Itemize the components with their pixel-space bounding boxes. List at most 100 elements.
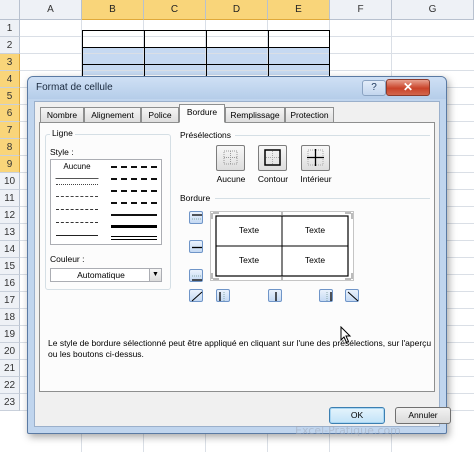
help-button[interactable]: ? <box>362 80 386 96</box>
border-inside-vertical-button[interactable] <box>268 289 282 302</box>
row-header-11[interactable]: 11 <box>0 190 20 207</box>
cancel-button[interactable]: Annuler <box>395 407 451 424</box>
preset-outline-button[interactable] <box>258 145 287 171</box>
border-separator <box>215 198 430 199</box>
row-header-16[interactable]: 16 <box>0 275 20 292</box>
dialog-body: Nombre Alignement Police Bordure Remplis… <box>34 101 451 437</box>
line-style-dash-dot[interactable] <box>56 222 98 223</box>
line-style-none[interactable]: Aucune <box>55 162 99 171</box>
chevron-down-icon[interactable]: ▼ <box>149 269 161 281</box>
column-header-a[interactable]: A <box>20 0 82 20</box>
line-style-list[interactable]: Aucune <box>50 159 162 245</box>
color-dropdown[interactable]: Automatique ▼ <box>50 268 162 282</box>
line-style-medium-dashed[interactable] <box>111 202 157 204</box>
table-border-right <box>329 30 330 82</box>
line-style-dash-dot-dot[interactable] <box>56 209 98 210</box>
tab-alignement[interactable]: Alignement <box>84 107 141 122</box>
format-cells-dialog: Format de cellule ? ✕ Nombre Alignement … <box>27 76 451 437</box>
column-header-g[interactable]: G <box>392 0 474 20</box>
inside-border-icon <box>307 149 324 166</box>
preview-text-2: Texte <box>304 225 326 235</box>
row-header-12[interactable]: 12 <box>0 207 20 224</box>
row-header-20[interactable]: 20 <box>0 343 20 360</box>
border-preview[interactable]: Texte Texte Texte Texte <box>210 211 354 281</box>
help-text: Le style de bordure sélectionné peut êtr… <box>48 338 432 359</box>
tab-remplissage[interactable]: Remplissage <box>225 107 285 122</box>
line-style-medium-dash-dot[interactable] <box>111 190 157 192</box>
outline-border-icon <box>264 149 281 166</box>
column-header-e[interactable]: E <box>268 0 330 20</box>
row-header-2[interactable]: 2 <box>0 37 20 54</box>
border-inside-horizontal-button[interactable] <box>189 240 203 253</box>
border-left-icon <box>219 292 225 301</box>
dialog-titlebar[interactable]: Format de cellule ? ✕ <box>28 77 446 99</box>
line-style-hair[interactable] <box>56 184 98 185</box>
tab-bordure[interactable]: Bordure <box>179 104 225 123</box>
row-header-10[interactable]: 10 <box>0 173 20 190</box>
preset-inside-button[interactable] <box>301 145 330 171</box>
row-header-5[interactable]: 5 <box>0 88 20 105</box>
table-border-left <box>82 30 83 82</box>
tab-nombre[interactable]: Nombre <box>40 107 84 122</box>
diagonal-down-icon <box>347 291 359 302</box>
column-header-f[interactable]: F <box>330 0 392 20</box>
row-header-3[interactable]: 3 <box>0 54 20 71</box>
row-header-4[interactable]: 4 <box>0 71 20 88</box>
row-header-14[interactable]: 14 <box>0 241 20 258</box>
border-diagonal-up-button[interactable] <box>189 289 203 302</box>
row-header-22[interactable]: 22 <box>0 377 20 394</box>
ok-button[interactable]: OK <box>329 407 385 424</box>
column-header-d[interactable]: D <box>206 0 268 20</box>
line-style-selected[interactable] <box>55 174 99 179</box>
row-header-8[interactable]: 8 <box>0 139 20 156</box>
preview-text-3: Texte <box>238 255 260 265</box>
line-style-dotted[interactable] <box>56 196 98 197</box>
line-style-medium[interactable] <box>111 214 157 216</box>
preview-grid <box>211 212 353 280</box>
mouse-cursor-icon <box>340 326 352 344</box>
line-style-double[interactable] <box>111 236 157 240</box>
select-all-corner[interactable] <box>0 0 20 20</box>
border-diagonal-down-button[interactable] <box>345 289 359 302</box>
preview-text-4: Texte <box>304 255 326 265</box>
tab-police[interactable]: Police <box>141 107 179 122</box>
row-header-7[interactable]: 7 <box>0 122 20 139</box>
row-header-6[interactable]: 6 <box>0 105 20 122</box>
border-vertical-icon <box>275 292 277 301</box>
row-header-23[interactable]: 23 <box>0 394 20 411</box>
row-header-9[interactable]: 9 <box>0 156 20 173</box>
border-bottom-button[interactable] <box>189 269 203 282</box>
preset-none-button[interactable] <box>216 145 245 171</box>
close-button[interactable]: ✕ <box>386 79 430 96</box>
line-style-slanted-dash-dot[interactable] <box>111 178 157 180</box>
grid-row-line <box>20 70 474 71</box>
row-header-21[interactable]: 21 <box>0 360 20 377</box>
row-header-13[interactable]: 13 <box>0 224 20 241</box>
row-header-19[interactable]: 19 <box>0 326 20 343</box>
border-top-button[interactable] <box>189 211 203 224</box>
border-right-button[interactable] <box>319 289 333 302</box>
border-left-button[interactable] <box>216 289 230 302</box>
column-header-c[interactable]: C <box>144 0 206 20</box>
row-header-15[interactable]: 15 <box>0 258 20 275</box>
diagonal-up-icon <box>191 291 203 302</box>
presets-separator <box>235 135 430 136</box>
tab-protection[interactable]: Protection <box>285 107 334 122</box>
row-header-18[interactable]: 18 <box>0 309 20 326</box>
row-header-1[interactable]: 1 <box>0 20 20 37</box>
border-horizontal-icon <box>192 246 202 249</box>
border-bottom-icon <box>192 275 202 281</box>
line-style-thin[interactable] <box>56 235 98 236</box>
line-style-medium-dash-dot-dot[interactable] <box>111 166 157 168</box>
bordure-tab-panel: Ligne Style : Aucune Couleur: Automatiq… <box>39 122 435 392</box>
no-border-icon <box>223 150 238 165</box>
grid-row-line <box>20 53 474 54</box>
line-style-thick[interactable] <box>111 225 157 228</box>
grid-row-line <box>20 36 474 37</box>
preview-text-1: Texte <box>238 225 260 235</box>
column-header-b[interactable]: B <box>82 0 144 20</box>
border-right-icon <box>326 292 332 301</box>
color-label: Couleur : <box>50 254 85 264</box>
line-group-label: Ligne <box>50 128 75 138</box>
row-header-17[interactable]: 17 <box>0 292 20 309</box>
